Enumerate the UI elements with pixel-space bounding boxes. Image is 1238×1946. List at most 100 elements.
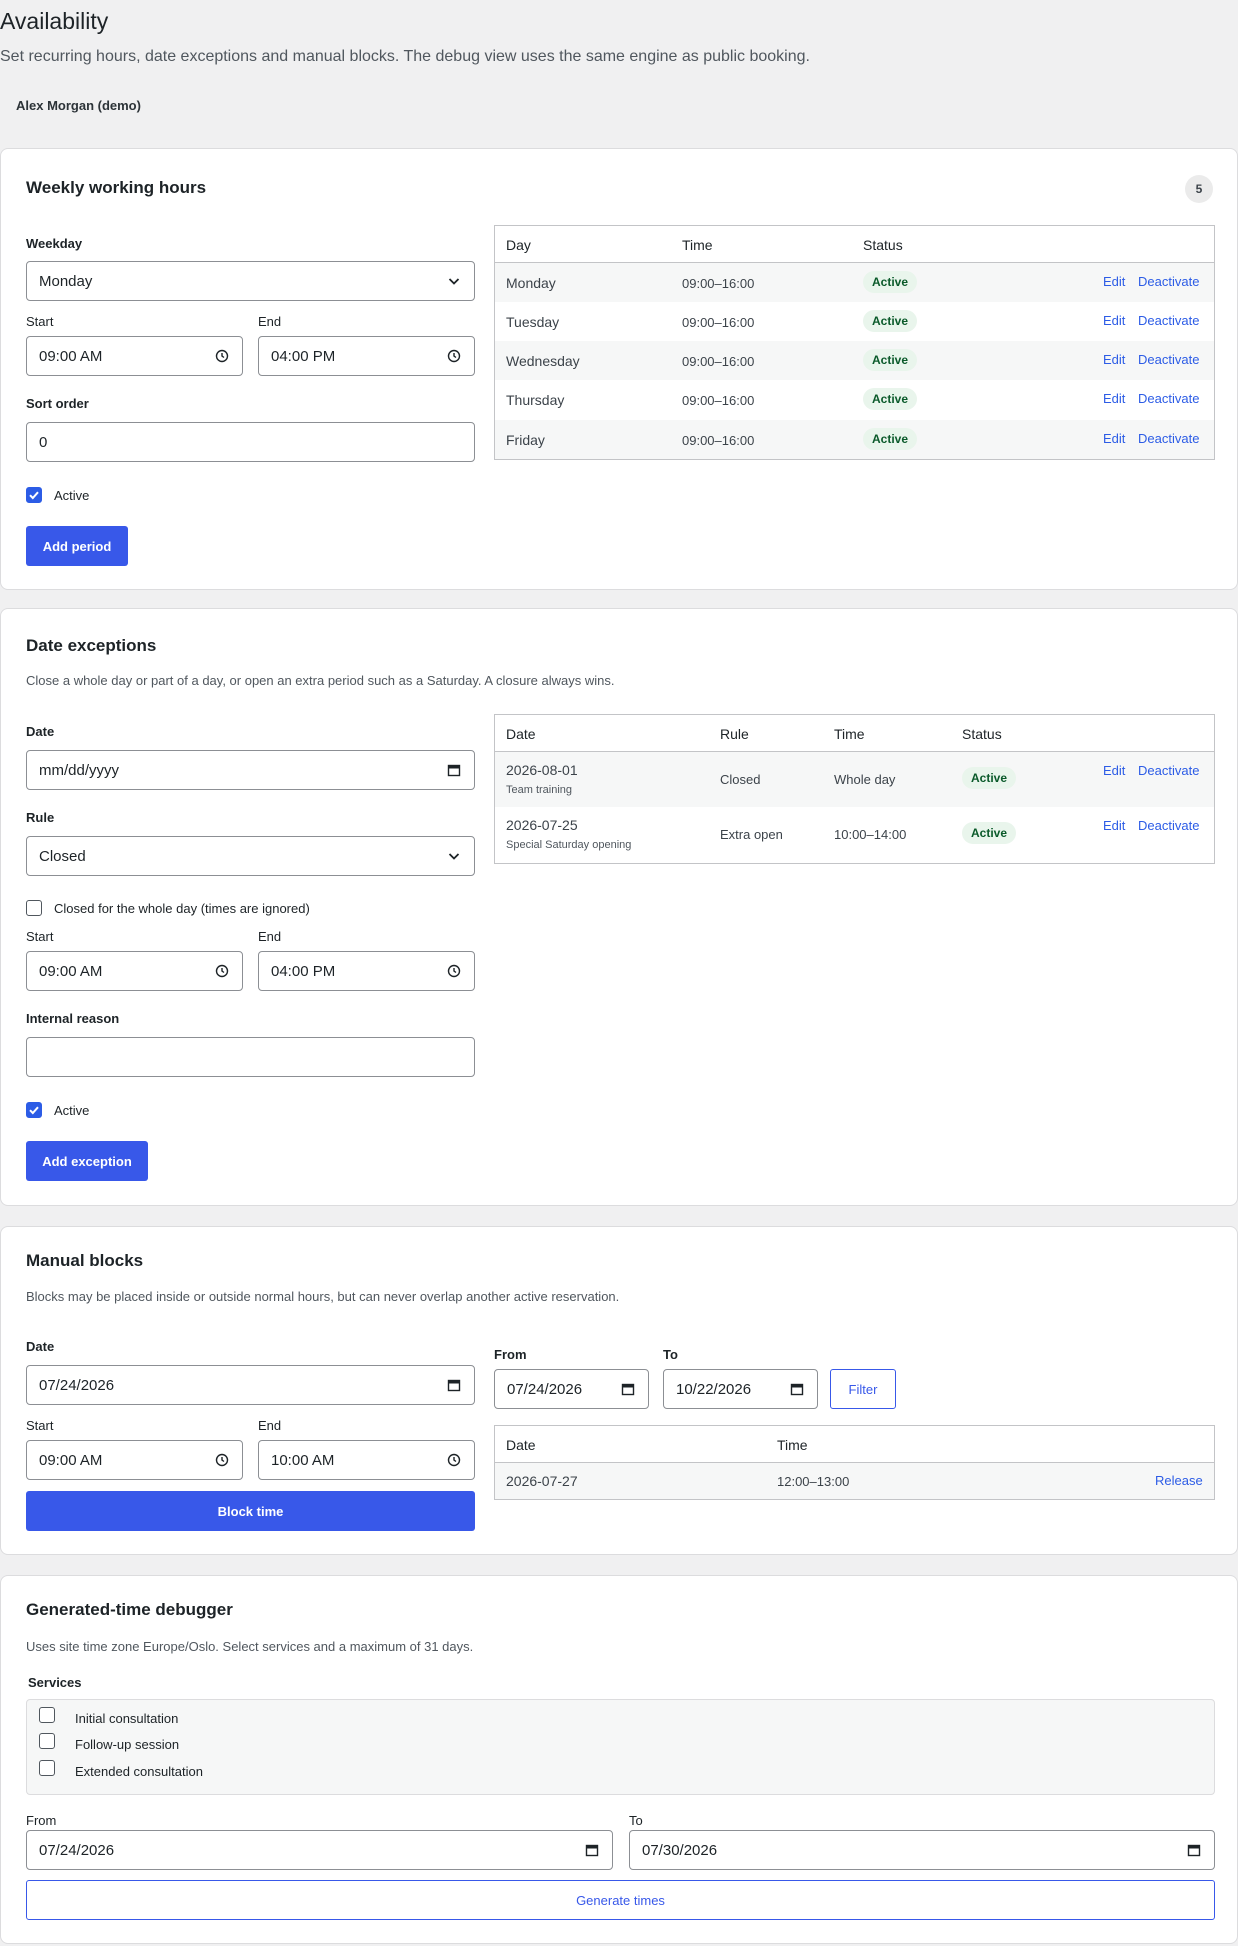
internal-reason-input[interactable] [26,1037,475,1077]
deactivate-link[interactable]: Deactivate [1138,352,1199,367]
exception-end-time-input[interactable]: 04:00 PM [258,951,475,991]
clock-icon[interactable] [446,1452,462,1468]
calendar-icon[interactable] [1186,1842,1202,1858]
sort-order-label: Sort order [26,396,89,411]
calendar-icon[interactable] [620,1381,636,1397]
time-cell: 09:00–16:00 [682,393,755,408]
edit-link[interactable]: Edit [1103,818,1125,833]
time-cell: 10:00–14:00 [834,827,907,842]
column-header: Date [506,726,536,742]
deactivate-link[interactable]: Deactivate [1138,763,1199,778]
add-exception-button[interactable]: Add exception [26,1141,148,1181]
end-time-input[interactable]: 04:00 PM [258,336,475,376]
debug-from-input[interactable]: 07/24/2026 [26,1830,613,1870]
whole-day-checkbox-label: Closed for the whole day (times are igno… [54,900,310,916]
date-cell: 2026-07-27 [506,1473,578,1489]
edit-link[interactable]: Edit [1103,352,1125,367]
filter-button[interactable]: Filter [830,1369,896,1409]
page-title: Availability [0,8,109,34]
edit-link[interactable]: Edit [1103,763,1125,778]
date-cell: 2026-08-01 [506,762,578,778]
service-option[interactable]: Initial consultation [39,1707,178,1726]
clock-icon[interactable] [214,348,230,364]
check-icon [29,1106,39,1115]
block-start-time-input[interactable]: 09:00 AM [26,1440,243,1480]
edit-link[interactable]: Edit [1103,274,1125,289]
active-checkbox-label: Active [54,1102,90,1118]
filter-to-input[interactable]: 10/22/2026 [663,1369,818,1409]
weekday-label: Weekday [26,236,83,251]
date-exceptions-table: Date Rule Time Status 2026-08-01 Team tr… [494,714,1215,864]
filter-from-input[interactable]: 07/24/2026 [494,1369,649,1409]
sort-order-value: 0 [39,433,48,451]
edit-link[interactable]: Edit [1103,431,1125,446]
clock-icon[interactable] [214,1452,230,1468]
column-header: Time [682,237,713,253]
service-checkbox[interactable] [39,1760,55,1776]
filter-from-label: From [494,1347,527,1362]
exception-start-time-input[interactable]: 09:00 AM [26,951,243,991]
edit-link[interactable]: Edit [1103,313,1125,328]
table-row: Thursday 09:00–16:00 Active Edit Deactiv… [495,380,1214,420]
edit-link[interactable]: Edit [1103,391,1125,406]
weekly-hours-title: Weekly working hours [26,178,207,197]
debug-to-input[interactable]: 07/30/2026 [629,1830,1215,1870]
rule-select[interactable]: Closed [26,836,475,876]
day-cell: Thursday [506,392,565,408]
add-period-button[interactable]: Add period [26,526,128,566]
weekday-select[interactable]: Monday [26,261,475,301]
calendar-icon[interactable] [446,762,462,778]
clock-icon[interactable] [214,963,230,979]
status-badge: Active [863,310,918,332]
end-label: End [258,314,282,329]
from-label: From [26,1813,57,1828]
active-checkbox-row[interactable]: Active [26,487,89,503]
service-label: Extended consultation [75,1764,203,1779]
service-option[interactable]: Follow-up session [39,1733,179,1752]
whole-day-checkbox-row[interactable]: Closed for the whole day (times are igno… [26,900,310,916]
debug-to-value: 07/30/2026 [642,1841,718,1859]
active-checkbox[interactable] [26,1102,42,1118]
deactivate-link[interactable]: Deactivate [1138,391,1199,406]
time-cell: 09:00–16:00 [682,433,755,448]
deactivate-link[interactable]: Deactivate [1138,274,1199,289]
service-option[interactable]: Extended consultation [39,1760,203,1779]
deactivate-link[interactable]: Deactivate [1138,818,1199,833]
clock-icon[interactable] [446,963,462,979]
internal-reason-label: Internal reason [26,1011,120,1026]
to-label: To [629,1813,643,1828]
active-checkbox[interactable] [26,487,42,503]
start-time-input[interactable]: 09:00 AM [26,336,243,376]
chevron-down-icon [446,848,462,864]
manual-blocks-card: Manual blocks Blocks may be placed insid… [0,1226,1238,1555]
service-checkbox[interactable] [39,1707,55,1723]
service-label: Follow-up session [75,1737,180,1752]
rule-cell: Extra open [720,827,783,842]
column-header: Time [777,1437,808,1453]
deactivate-link[interactable]: Deactivate [1138,431,1199,446]
whole-day-checkbox[interactable] [26,900,42,916]
active-checkbox-row[interactable]: Active [26,1102,89,1118]
service-checkbox[interactable] [39,1733,55,1749]
table-row: Wednesday 09:00–16:00 Active Edit Deacti… [495,341,1214,380]
manual-blocks-title: Manual blocks [26,1251,144,1270]
start-time-value: 09:00 AM [39,347,103,365]
block-time-button[interactable]: Block time [26,1491,475,1531]
sort-order-input[interactable]: 0 [26,422,475,462]
start-label: Start [26,1418,54,1433]
block-end-time-input[interactable]: 10:00 AM [258,1440,475,1480]
calendar-icon[interactable] [789,1381,805,1397]
calendar-icon[interactable] [584,1842,600,1858]
release-link[interactable]: Release [1155,1473,1203,1488]
time-debugger-title: Generated-time debugger [26,1600,233,1619]
block-date-input[interactable]: 07/24/2026 [26,1365,475,1405]
column-header: Time [834,726,865,742]
exception-date-input[interactable]: mm/dd/yyyy [26,750,475,790]
generate-times-button[interactable]: Generate times [26,1880,1215,1920]
calendar-icon[interactable] [446,1377,462,1393]
clock-icon[interactable] [446,348,462,364]
filter-from-value: 07/24/2026 [507,1380,583,1398]
page-description: Set recurring hours, date exceptions and… [0,48,810,65]
deactivate-link[interactable]: Deactivate [1138,313,1199,328]
note-cell: Team training [506,784,573,796]
